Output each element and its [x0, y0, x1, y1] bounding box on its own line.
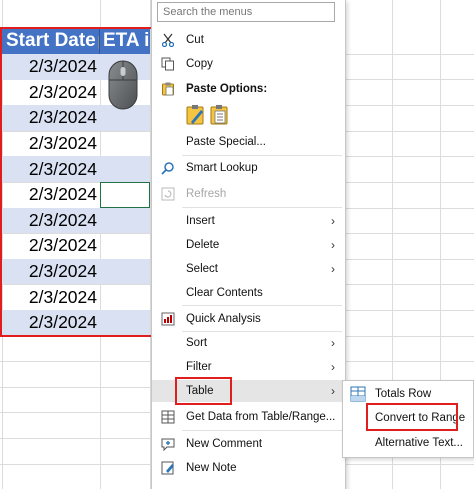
refresh-icon — [160, 186, 176, 202]
menu-separator — [182, 305, 342, 306]
menu-item-alternative-text[interactable]: Alternative Text... — [343, 432, 473, 454]
table-icon — [160, 409, 176, 425]
menu-item-totals-row[interactable]: Totals Row — [343, 383, 473, 405]
chevron-right-icon: › — [331, 336, 335, 350]
totals-row-icon — [350, 386, 366, 402]
menu-item-label: Delete — [186, 239, 220, 251]
convert-highlight-box — [366, 403, 458, 431]
scissors-icon — [160, 32, 176, 48]
menu-item-label: Paste Special... — [186, 136, 266, 148]
menu-item-label: Sort — [186, 337, 208, 349]
menu-item-get-data[interactable]: Get Data from Table/Range... — [152, 406, 345, 428]
menu-item-label: Refresh — [186, 188, 227, 200]
paste-values-icon[interactable] — [210, 104, 230, 126]
menu-item-clear-contents[interactable]: Clear Contents — [152, 282, 345, 304]
chevron-right-icon: › — [331, 384, 335, 398]
menu-item-copy[interactable]: Copy — [152, 53, 345, 75]
menu-separator — [182, 155, 342, 156]
menu-item-select[interactable]: Select › — [152, 258, 345, 280]
menu-item-new-comment[interactable]: New Comment — [152, 433, 345, 455]
menu-item-label: Smart Lookup — [186, 162, 258, 174]
quick-analysis-icon — [160, 311, 176, 327]
menu-item-cut[interactable]: Cut — [152, 29, 345, 51]
paste-icon — [160, 81, 176, 97]
search-menus-input[interactable]: Search the menus — [157, 2, 335, 22]
chevron-right-icon: › — [331, 238, 335, 252]
menu-item-label: New Comment — [186, 438, 263, 450]
menu-item-sort[interactable]: Sort › — [152, 332, 345, 354]
menu-item-delete[interactable]: Delete › — [152, 234, 345, 256]
menu-item-label: Insert — [186, 215, 215, 227]
chevron-right-icon: › — [331, 214, 335, 228]
smart-lookup-icon — [160, 160, 176, 176]
table-highlight-box — [175, 377, 232, 405]
chevron-right-icon: › — [331, 360, 335, 374]
menu-item-refresh[interactable]: Refresh — [152, 183, 345, 205]
context-menu: Search the menus Cut Copy Paste Options:… — [151, 0, 346, 489]
menu-item-label: Filter — [186, 361, 212, 373]
menu-item-label: Clear Contents — [186, 287, 263, 299]
menu-item-insert[interactable]: Insert › — [152, 210, 345, 232]
mouse-icon — [108, 60, 138, 110]
menu-item-label: Cut — [186, 34, 204, 46]
menu-item-label: Copy — [186, 58, 213, 70]
new-comment-icon — [160, 436, 176, 452]
menu-item-filter[interactable]: Filter › — [152, 356, 345, 378]
menu-item-label: Select — [186, 263, 218, 275]
menu-separator — [182, 207, 342, 208]
copy-icon — [160, 56, 176, 72]
menu-separator — [182, 430, 342, 431]
menu-item-label: Alternative Text... — [375, 437, 463, 449]
new-note-icon — [160, 460, 176, 476]
paste-options-heading: Paste Options: — [152, 78, 345, 100]
menu-item-label: Paste Options: — [186, 83, 268, 95]
chevron-right-icon: › — [331, 262, 335, 276]
menu-item-new-note[interactable]: New Note — [152, 457, 345, 479]
menu-item-label: New Note — [186, 462, 237, 474]
menu-item-label: Quick Analysis — [186, 313, 261, 325]
menu-item-quick-analysis[interactable]: Quick Analysis — [152, 308, 345, 330]
menu-item-label: Get Data from Table/Range... — [186, 411, 336, 423]
paste-icon[interactable] — [186, 104, 206, 126]
menu-item-smart-lookup[interactable]: Smart Lookup — [152, 157, 345, 179]
menu-item-paste-special[interactable]: Paste Special... — [152, 131, 345, 153]
menu-item-label: Totals Row — [375, 388, 432, 400]
